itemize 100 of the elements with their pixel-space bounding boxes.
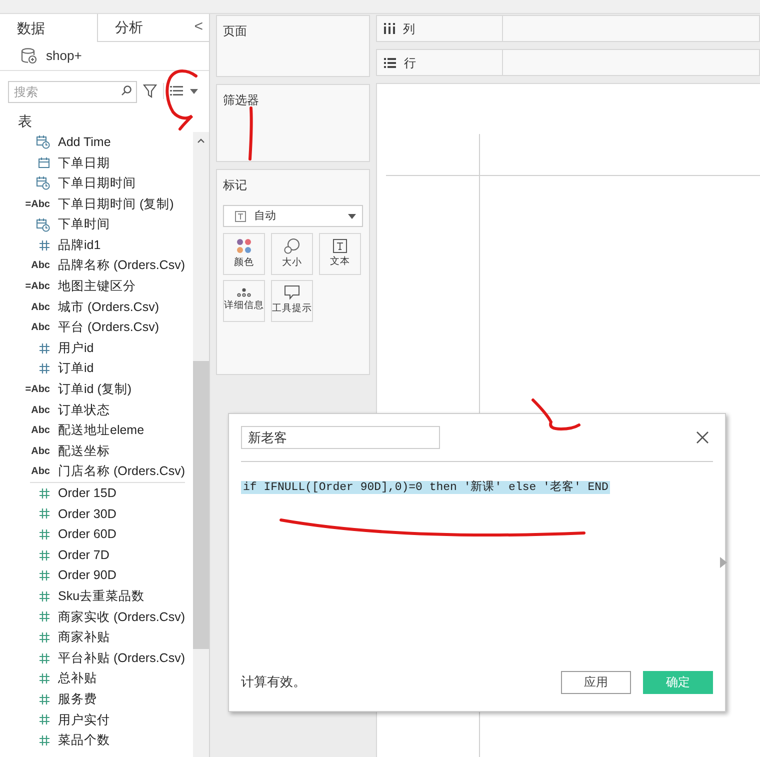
field-name[interactable]: 总补贴: [58, 669, 97, 688]
card-title: 筛选器: [223, 92, 260, 109]
search-icon: [121, 85, 132, 96]
field-name[interactable]: 平台 (Orders.Csv): [58, 318, 159, 338]
data-type-label: Abc: [31, 300, 50, 315]
number-type-icon: [39, 570, 50, 582]
formula-editor[interactable]: if IFNULL([Order 90D],0)=0 then '新课' else '老客' END: [241, 462, 713, 663]
field-name[interactable]: 配送地址eleme: [58, 421, 144, 440]
shelf-label: 列: [403, 20, 415, 38]
columns-icon: [384, 23, 395, 34]
shelf[interactable]: 列: [376, 15, 760, 42]
field-name[interactable]: 配送坐标: [58, 442, 110, 461]
number-type-icon: [39, 673, 50, 684]
mark-button[interactable]: 大小: [271, 233, 313, 275]
field-name[interactable]: Order 60D: [58, 525, 116, 544]
data-type-label: Abc: [31, 424, 50, 438]
dots-icon: [237, 288, 251, 298]
calendar-icon: [38, 157, 50, 168]
number-type-icon: [39, 714, 50, 726]
mark-type-dropdown[interactable]: 自动: [223, 205, 363, 227]
panel-tab[interactable]: 分析: [97, 14, 194, 42]
field-name[interactable]: 品牌id1: [58, 236, 101, 255]
number-type-icon: [39, 342, 50, 354]
field-name[interactable]: 菜品个数: [58, 731, 110, 750]
data-type-label: =Abc: [25, 198, 50, 212]
card-title: 标记: [223, 177, 248, 194]
field-name[interactable]: Sku去重菜品数: [58, 586, 145, 606]
palette-dots-icon: [236, 238, 252, 254]
speech-bubble-icon: [284, 285, 300, 300]
number-type-icon: [39, 590, 50, 602]
mark-type-value: 自动: [254, 208, 277, 224]
number-type-icon: [39, 550, 50, 561]
calendar-clock-icon: [36, 218, 50, 232]
formula-text: if IFNULL([Order 90D],0)=0 then '新课' else '老客' END: [241, 481, 610, 494]
search-field[interactable]: 搜索: [8, 81, 137, 103]
data-type-label: Abc: [31, 404, 50, 418]
status-message: 计算有效。: [241, 673, 307, 692]
number-type-icon: [39, 240, 50, 251]
field-name[interactable]: 平台补贴 (Orders.Csv): [58, 648, 185, 668]
dialog-button[interactable]: 应用: [561, 670, 631, 694]
data-type-label: Abc: [31, 465, 50, 480]
field-name[interactable]: 订单id (复制): [58, 380, 132, 399]
number-type-icon: [39, 694, 50, 705]
field-name[interactable]: 商家实收 (Orders.Csv): [58, 608, 185, 626]
dropdown-caret-icon: [190, 88, 198, 94]
field-name[interactable]: 下单日期: [58, 154, 110, 172]
card-title: 页面: [223, 23, 248, 40]
field-name[interactable]: Order 15D: [58, 484, 116, 503]
data-type-label: Abc: [31, 444, 50, 459]
field-name[interactable]: Add Time: [58, 132, 111, 152]
field-name[interactable]: 订单id: [58, 359, 94, 378]
database-icon: [20, 47, 38, 65]
field-name[interactable]: Order 90D: [58, 566, 116, 586]
scroll-up-icon[interactable]: [197, 138, 205, 143]
mark-button[interactable]: 颜色: [223, 233, 265, 275]
number-type-icon: [39, 735, 50, 746]
field-name[interactable]: 用户id: [58, 338, 94, 358]
filter-icon: [143, 84, 157, 98]
field-name[interactable]: 门店名称 (Orders.Csv): [58, 462, 185, 482]
list-view-icon: [170, 85, 184, 97]
data-type-label: Abc: [31, 321, 50, 336]
number-type-icon: [39, 632, 50, 644]
field-name[interactable]: 下单时间: [58, 215, 110, 234]
field-name[interactable]: 地图主键区分: [58, 277, 136, 296]
text-icon: [333, 238, 347, 253]
dropdown-caret-icon: [348, 214, 356, 218]
number-type-icon: [39, 363, 50, 374]
text-mark-icon: [235, 210, 246, 222]
circle-annotation: [166, 70, 198, 130]
field-name[interactable]: 下单日期时间: [58, 174, 136, 193]
section-title: 表: [17, 112, 33, 131]
mark-button[interactable]: 详细信息: [223, 280, 265, 322]
data-type-label: Abc: [31, 259, 50, 274]
line-annotation: [248, 106, 253, 160]
field-name[interactable]: 下单日期时间 (复制): [58, 194, 174, 214]
rows-icon: [384, 58, 396, 68]
field-name[interactable]: 服务费: [58, 690, 97, 709]
field-name[interactable]: Order 7D: [58, 546, 110, 565]
field-name[interactable]: Order 30D: [58, 504, 116, 524]
number-type-icon: [39, 508, 50, 520]
field-name[interactable]: 商家补贴: [58, 628, 110, 647]
field-name[interactable]: 订单状态: [58, 400, 110, 420]
field-name[interactable]: 品牌名称 (Orders.Csv): [58, 256, 185, 276]
number-type-icon: [39, 611, 50, 622]
shelf[interactable]: 行: [376, 49, 760, 76]
calendar-clock-icon: [36, 176, 50, 190]
mark-button[interactable]: 工具提示: [271, 280, 313, 322]
field-name[interactable]: 用户实付: [58, 710, 110, 730]
close-icon: [696, 431, 709, 444]
calculation-name-field[interactable]: 新老客: [241, 426, 440, 449]
field-name[interactable]: 城市 (Orders.Csv): [58, 298, 159, 316]
collapse-button[interactable]: <: [194, 14, 209, 42]
number-type-icon: [39, 488, 50, 499]
circles-icon: [284, 238, 300, 254]
data-type-label: =Abc: [25, 382, 50, 397]
scrollbar[interactable]: [193, 132, 209, 757]
datasource-name[interactable]: shop+: [46, 46, 82, 66]
calendar-clock-icon: [36, 135, 50, 150]
expand-arrow-icon: [720, 557, 727, 568]
mark-button[interactable]: 文本: [319, 233, 361, 275]
